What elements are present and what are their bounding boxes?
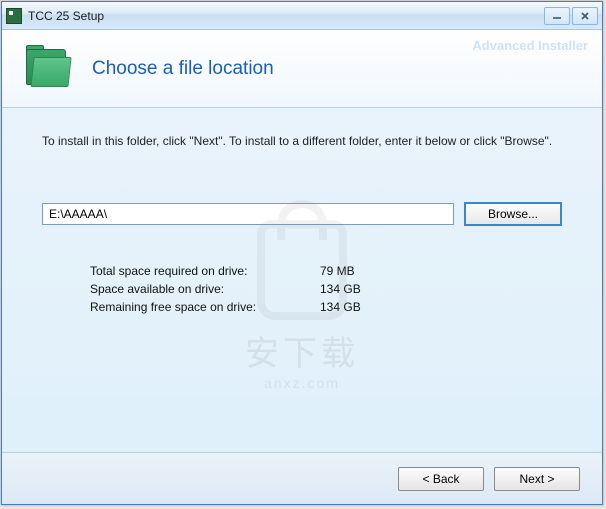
titlebar: TCC 25 Setup [2, 2, 602, 30]
brand-label: Advanced Installer [472, 38, 588, 53]
space-remaining-label: Remaining free space on drive: [90, 298, 320, 316]
space-required-label: Total space required on drive: [90, 262, 320, 280]
installer-window: TCC 25 Setup Choose a file location Adva… [1, 1, 603, 505]
content-area: To install in this folder, click "Next".… [2, 108, 602, 452]
page-title: Choose a file location [92, 58, 274, 80]
space-available-label: Space available on drive: [90, 280, 320, 298]
footer: < Back Next > [2, 452, 602, 504]
close-button[interactable] [572, 7, 598, 25]
minimize-button[interactable] [544, 7, 570, 25]
header: Choose a file location Advanced Installe… [2, 30, 602, 108]
install-path-input[interactable] [42, 203, 454, 225]
disk-space-info: Total space required on drive: 79 MB Spa… [90, 262, 562, 316]
app-icon [6, 8, 22, 24]
browse-button[interactable]: Browse... [464, 202, 562, 226]
instruction-text: To install in this folder, click "Next".… [42, 132, 562, 150]
space-required-value: 79 MB [320, 262, 355, 280]
window-title: TCC 25 Setup [28, 9, 542, 23]
space-remaining-value: 134 GB [320, 298, 361, 316]
back-button[interactable]: < Back [398, 467, 484, 491]
path-row: Browse... [42, 202, 562, 226]
space-available-value: 134 GB [320, 280, 361, 298]
folder-icon [26, 45, 72, 93]
next-button[interactable]: Next > [494, 467, 580, 491]
